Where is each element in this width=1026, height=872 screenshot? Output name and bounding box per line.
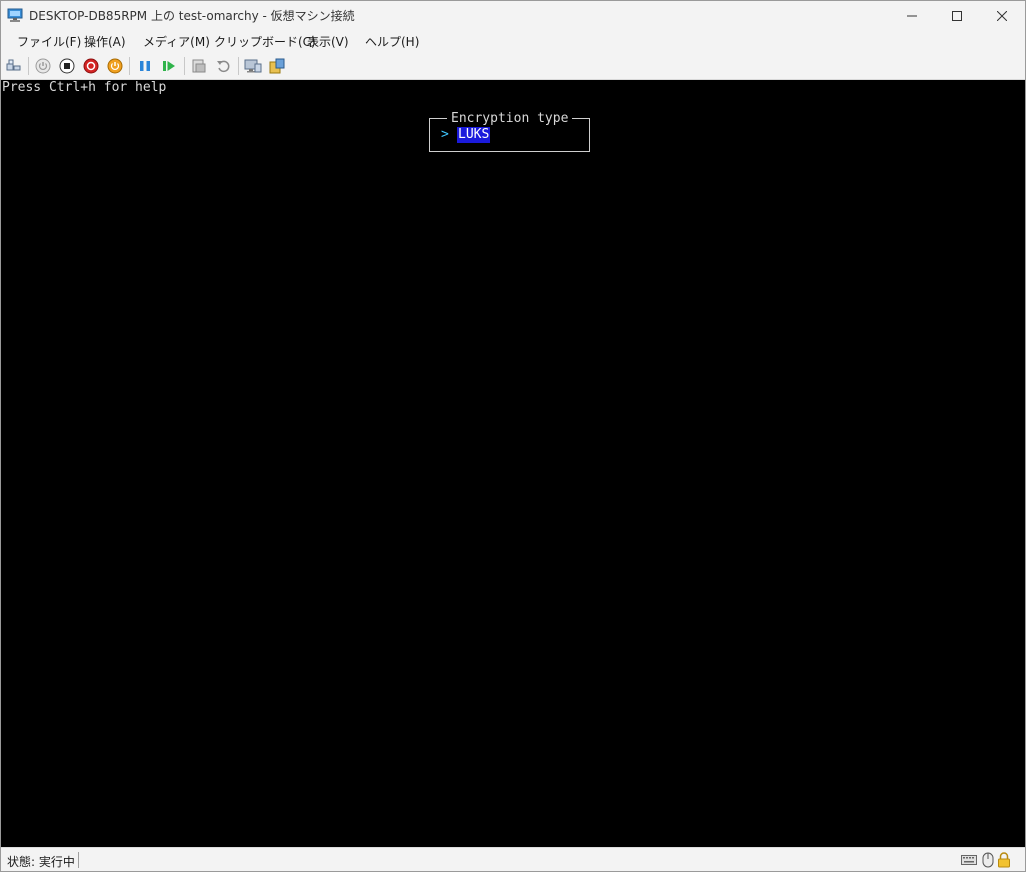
title-bar[interactable]: DESKTOP-DB85RPM 上の test-omarchy - 仮想マシン接… [1,1,1025,30]
save-icon[interactable] [106,57,124,75]
enhanced-session-icon[interactable] [244,57,262,75]
resume-icon[interactable] [160,57,178,75]
close-button[interactable] [979,1,1025,30]
status-text: 状態: 実行中 [7,855,75,869]
turn-off-icon[interactable] [58,57,76,75]
revert-icon[interactable] [214,57,232,75]
shut-down-icon[interactable] [82,57,100,75]
vm-connection-icon [7,8,23,23]
window-title: DESKTOP-DB85RPM 上の test-omarchy - 仮想マシン接… [29,9,355,23]
status-bar: 状態: 実行中 [1,847,1025,871]
start-icon[interactable] [34,57,52,75]
ctrl-alt-del-icon[interactable] [5,57,23,75]
help-hint: Press Ctrl+h for help [2,80,167,95]
menu-file[interactable]: ファイル(F) [17,33,81,50]
menu-help[interactable]: ヘルプ(H) [365,33,419,50]
menu-clipboard[interactable]: クリップボード(C) [214,33,316,50]
minimize-button[interactable] [889,1,935,30]
menu-action[interactable]: 操作(A) [84,33,126,50]
keyboard-icon [961,852,977,868]
vm-connection-window: DESKTOP-DB85RPM 上の test-omarchy - 仮想マシン接… [0,0,1026,872]
checkpoint-icon[interactable] [190,57,208,75]
pause-icon[interactable] [136,57,154,75]
menu-media[interactable]: メディア(M) [143,33,210,50]
mouse-icon [980,852,996,868]
maximize-button[interactable] [934,1,980,30]
menu-view[interactable]: 表示(V) [307,33,349,50]
menu-bar: ファイル(F) 操作(A) メディア(M) クリップボード(C) 表示(V) ヘ… [1,30,1025,52]
encryption-type-title: Encryption type [447,111,573,127]
toolbar [1,52,1025,80]
lock-icon [996,852,1012,868]
selection-pointer-icon: > [441,127,449,142]
share-icon[interactable] [268,57,286,75]
encryption-option-luks[interactable]: LUKS [457,127,491,143]
vm-console-screen[interactable]: Press Ctrl+h for help Encryption type > … [1,80,1025,847]
